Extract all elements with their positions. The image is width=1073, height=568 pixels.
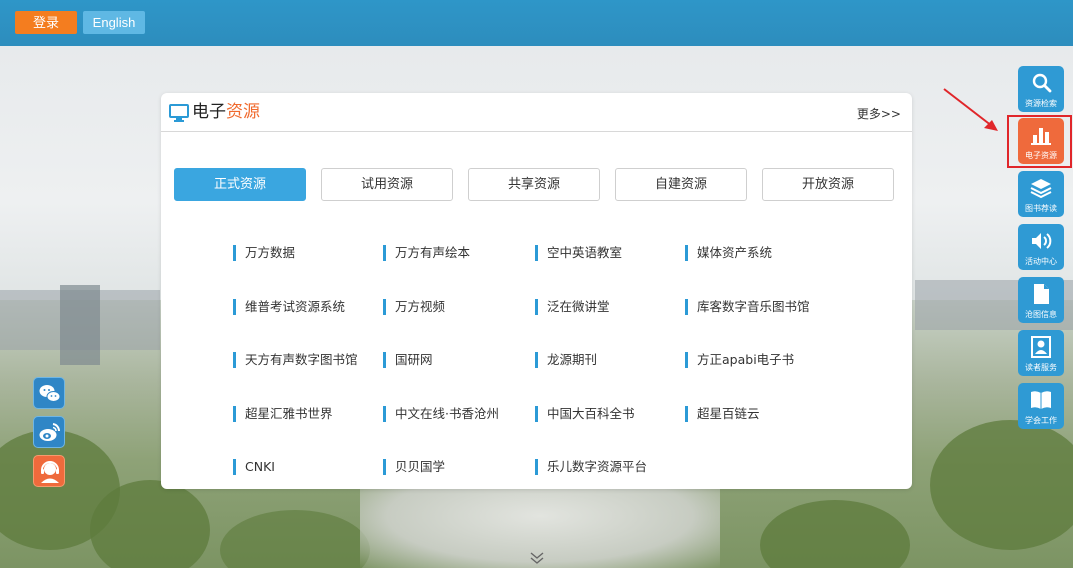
sidebar-item-label: 电子资源: [1025, 151, 1057, 160]
sidebar-item-4[interactable]: 活动中心: [1018, 224, 1064, 270]
resource-link[interactable]: 中文在线·书香沧州: [383, 406, 499, 422]
resource-link[interactable]: 泛在微讲堂: [535, 299, 610, 315]
sidebar-item-label: 读者服务: [1025, 363, 1057, 372]
more-link[interactable]: 更多>>: [857, 105, 901, 122]
resource-link[interactable]: 维普考试资源系统: [233, 299, 345, 315]
search-icon: [1032, 73, 1052, 93]
english-button[interactable]: English: [83, 11, 145, 34]
resource-link[interactable]: 乐儿数字资源平台: [535, 459, 647, 475]
customer-service-button[interactable]: [33, 455, 65, 487]
resource-link[interactable]: 国研网: [383, 352, 433, 368]
sidebar-item-3[interactable]: 图书荐读: [1018, 171, 1064, 217]
book-icon: [1031, 391, 1051, 409]
sidebar-item-label: 学会工作: [1025, 416, 1057, 425]
weibo-button[interactable]: [33, 416, 65, 448]
reader-icon: [1031, 336, 1051, 358]
tab-5[interactable]: 开放资源: [762, 168, 894, 201]
resource-link[interactable]: 贝贝国学: [383, 459, 445, 475]
resource-link[interactable]: 中国大百科全书: [535, 406, 635, 422]
sidebar-item-label: 活动中心: [1025, 257, 1057, 266]
sidebar-item-label: 沧图信息: [1025, 310, 1057, 319]
sidebar-item-6[interactable]: 读者服务: [1018, 330, 1064, 376]
resource-link[interactable]: 超星百链云: [685, 406, 760, 422]
tab-3[interactable]: 共享资源: [468, 168, 600, 201]
resource-link[interactable]: 万方有声绘本: [383, 245, 470, 261]
panel-title-part2: 资源: [226, 102, 260, 122]
scroll-down-icon[interactable]: [529, 551, 545, 565]
sidebar-item-label: 图书荐读: [1025, 204, 1057, 213]
sidebar-item-label: 资源检索: [1025, 99, 1057, 108]
sidebar-item-7[interactable]: 学会工作: [1018, 383, 1064, 429]
resource-link[interactable]: CNKI: [233, 459, 275, 475]
login-button[interactable]: 登录: [15, 11, 77, 34]
service-icon: [41, 461, 59, 483]
top-bar: 登录 English: [0, 0, 1073, 46]
sidebar-item-2[interactable]: 电子资源: [1018, 118, 1064, 164]
resource-link[interactable]: 方正apabi电子书: [685, 352, 794, 368]
document-icon: [1034, 284, 1049, 304]
panel-title-part1: 电子: [192, 102, 226, 122]
resource-link[interactable]: 库客数字音乐图书馆: [685, 299, 810, 315]
resource-link[interactable]: 空中英语教室: [535, 245, 622, 261]
weibo-icon: [39, 423, 61, 441]
tab-2[interactable]: 试用资源: [321, 168, 453, 201]
resource-link[interactable]: 超星汇雅书世界: [233, 406, 333, 422]
layers-icon: [1030, 179, 1052, 199]
background-building: [60, 285, 100, 365]
wechat-button[interactable]: [33, 377, 65, 409]
bar-chart-icon: [1031, 128, 1051, 145]
electronic-resources-panel: 电子资源 更多>> 正式资源 试用资源 共享资源 自建资源 开放资源 万方数据 万方有声绘…: [161, 93, 912, 489]
red-arrow-annotation: [943, 88, 998, 131]
resource-link[interactable]: 万方数据: [233, 245, 295, 261]
sidebar-item-1[interactable]: 资源检索: [1018, 66, 1064, 112]
sidebar-item-5[interactable]: 沧图信息: [1018, 277, 1064, 323]
panel-header: 电子资源 更多>>: [161, 93, 912, 132]
tab-1[interactable]: 正式资源: [174, 168, 306, 201]
speaker-icon: [1032, 233, 1052, 249]
resource-link[interactable]: 媒体资产系统: [685, 245, 772, 261]
resource-link[interactable]: 龙源期刊: [535, 352, 597, 368]
tab-4[interactable]: 自建资源: [615, 168, 747, 201]
wechat-icon: [39, 385, 61, 402]
panel-title: 电子资源: [192, 102, 260, 122]
monitor-icon: [169, 104, 189, 122]
resource-link[interactable]: 天方有声数字图书馆: [233, 352, 358, 368]
resource-link[interactable]: 万方视频: [383, 299, 445, 315]
